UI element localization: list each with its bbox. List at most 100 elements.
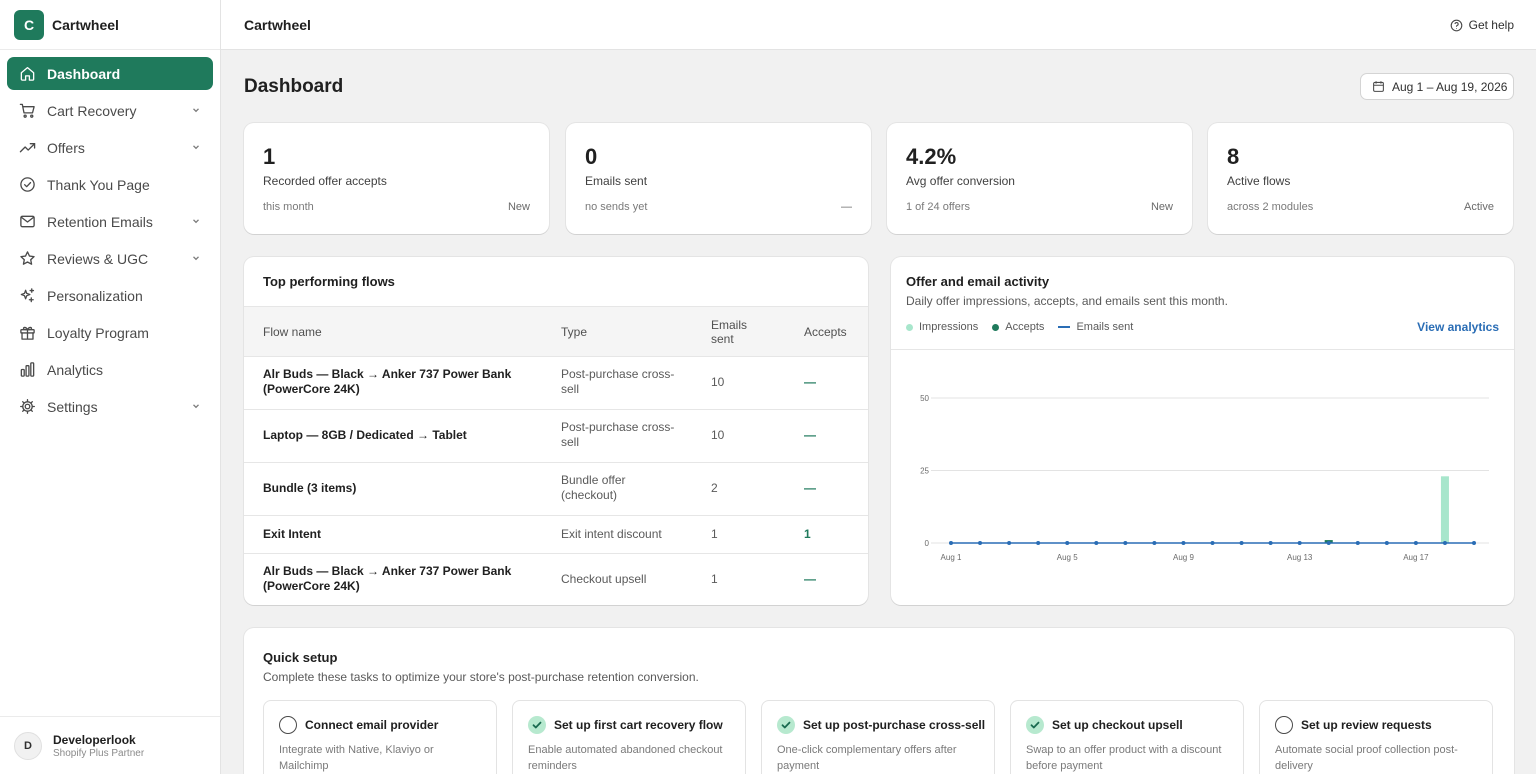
get-help-button[interactable]: Get help xyxy=(1450,18,1514,32)
sidebar-item-thank-you-page[interactable]: Thank You Page xyxy=(7,168,213,201)
sidebar-item-settings[interactable]: Settings xyxy=(7,390,213,423)
sidebar-item-personalization[interactable]: Personalization xyxy=(7,279,213,312)
column-header-accepts[interactable]: Accepts xyxy=(804,325,864,339)
column-header-emails-sent[interactable]: Emails sent xyxy=(711,318,761,346)
flow-emails-cell: 1 xyxy=(711,572,718,586)
flow-emails-cell: 2 xyxy=(711,481,718,495)
sidebar-item-analytics[interactable]: Analytics xyxy=(7,353,213,386)
chevron-down-icon[interactable] xyxy=(191,142,201,152)
activity-chart: 0 25 50 Aug 1 Aug 5 Aug 9 Aug 13 Aug 17 xyxy=(920,394,1489,562)
task-card-set-up-checkout-upsell[interactable]: Set up checkout upsell Swap to an offer p… xyxy=(1010,700,1244,774)
top-flows-title: Top performing flows xyxy=(263,274,395,289)
emails-sent-point xyxy=(1123,541,1128,545)
emails-sent-point xyxy=(1326,541,1331,545)
table-row[interactable]: Laptop — 8GB / Dedicated → Tablet Post-p… xyxy=(244,409,868,462)
stat-value: 0 xyxy=(585,144,598,169)
task-card-connect-email-provider[interactable]: Connect email provider Integrate with Nat… xyxy=(263,700,497,774)
check-circle-icon[interactable] xyxy=(777,716,795,734)
table-row[interactable]: Bundle (3 items) Bundle offer (checkout)… xyxy=(244,462,868,515)
user-profile[interactable]: D Developerlook Shopify Plus Partner xyxy=(0,716,220,774)
flow-type-cell: Bundle offer (checkout) xyxy=(561,473,626,502)
legend-item-accepts[interactable]: Accepts xyxy=(992,321,1044,333)
quick-setup-title: Quick setup xyxy=(263,650,338,665)
legend-item-emails-sent[interactable]: Emails sent xyxy=(1058,321,1133,333)
x-tick-label: Aug 9 xyxy=(1173,553,1194,562)
task-card-set-up-post-purchase-cross-sell[interactable]: Set up post-purchase cross-sell One-click… xyxy=(761,700,995,774)
y-tick-label: 0 xyxy=(925,539,930,548)
sidebar-item-retention-emails[interactable]: Retention Emails xyxy=(7,205,213,238)
sidebar: C Cartwheel Dashboard Cart Recovery Offers… xyxy=(0,0,221,774)
home-icon xyxy=(18,65,36,83)
user-name: Developerlook xyxy=(53,732,136,747)
flow-accepts-cell: — xyxy=(804,375,816,389)
help-circle-icon xyxy=(1450,19,1462,31)
legend-swatch xyxy=(992,323,1000,331)
sparkle-icon xyxy=(18,287,36,305)
avatar: D xyxy=(14,731,42,760)
sidebar-item-loyalty-program[interactable]: Loyalty Program xyxy=(7,316,213,349)
empty-circle-icon[interactable] xyxy=(1275,716,1293,734)
task-description: One-click complementary offers after pay… xyxy=(777,744,957,772)
task-card-set-up-first-cart-recovery-flow[interactable]: Set up first cart recovery flow Enable au… xyxy=(512,700,746,774)
sidebar-item-label: Reviews & UGC xyxy=(47,250,149,267)
emails-sent-point xyxy=(1355,541,1360,545)
date-range-button[interactable]: Aug 1 – Aug 19, 2026 xyxy=(1360,73,1514,100)
emails-sent-point xyxy=(1152,541,1157,545)
stat-badge: New xyxy=(507,201,530,213)
activity-subtitle: Daily offer impressions, accepts, and em… xyxy=(906,294,1228,308)
flow-accepts-cell: — xyxy=(804,481,816,495)
flow-emails-cell: 10 xyxy=(711,375,725,389)
task-description: Automate social proof collection post-de… xyxy=(1275,744,1458,772)
table-row[interactable]: Alr Buds — Black → Anker 737 Power Bank … xyxy=(244,356,868,409)
stat-value: 4.2% xyxy=(906,144,957,169)
task-card-set-up-review-requests[interactable]: Set up review requests Automate social pr… xyxy=(1259,700,1493,774)
stat-label: Recorded offer accepts xyxy=(263,174,387,188)
sidebar-item-label: Personalization xyxy=(47,287,143,304)
legend-item-impressions[interactable]: Impressions xyxy=(906,321,978,333)
emails-sent-point xyxy=(1036,541,1041,545)
sidebar-item-offers[interactable]: Offers xyxy=(7,131,213,164)
flow-name-cell: Alr Buds — Black → Anker 737 Power Bank … xyxy=(263,564,512,593)
table-row[interactable]: Alr Buds — Black → Anker 737 Power Bank … xyxy=(244,553,868,605)
emails-sent-point xyxy=(1065,541,1070,545)
bar-chart-icon xyxy=(18,361,36,379)
sidebar-item-dashboard[interactable]: Dashboard xyxy=(7,57,213,90)
sidebar-item-label: Loyalty Program xyxy=(47,324,149,341)
view-analytics-link[interactable]: View analytics xyxy=(1417,320,1499,334)
x-tick-label: Aug 17 xyxy=(1403,553,1429,562)
emails-sent-point xyxy=(1210,541,1215,545)
x-tick-label: Aug 13 xyxy=(1287,553,1313,562)
chevron-down-icon[interactable] xyxy=(191,216,201,226)
sidebar-item-reviews-ugc[interactable]: Reviews & UGC xyxy=(7,242,213,275)
star-icon xyxy=(18,250,36,268)
stat-badge: New xyxy=(1150,201,1173,213)
stat-badge: Active xyxy=(1464,201,1494,213)
sidebar-item-cart-recovery[interactable]: Cart Recovery xyxy=(7,94,213,127)
brand[interactable]: C Cartwheel xyxy=(0,0,220,50)
chevron-down-icon[interactable] xyxy=(191,105,201,115)
stat-value: 8 xyxy=(1227,144,1240,169)
table-row[interactable]: Exit Intent Exit intent discount 1 1 xyxy=(244,515,868,553)
task-title: Set up review requests xyxy=(1301,718,1432,732)
flow-type-cell: Post-purchase cross-sell xyxy=(561,367,675,396)
chevron-down-icon[interactable] xyxy=(191,401,201,411)
check-circle-icon[interactable] xyxy=(528,716,546,734)
emails-sent-point xyxy=(949,541,953,545)
legend-label: Emails sent xyxy=(1076,321,1134,333)
column-header-type[interactable]: Type xyxy=(561,325,681,339)
mail-icon xyxy=(18,213,36,231)
check-circle-icon[interactable] xyxy=(1026,716,1044,734)
check-circle-icon xyxy=(18,176,36,194)
empty-circle-icon[interactable] xyxy=(279,716,297,734)
stat-card-offer-accepts: 1 Recorded offer accepts this month New xyxy=(244,123,549,234)
chevron-down-icon[interactable] xyxy=(191,253,201,263)
sidebar-item-label: Retention Emails xyxy=(47,213,153,230)
task-title: Set up checkout upsell xyxy=(1052,718,1183,732)
app-logo: C xyxy=(14,9,44,40)
flows-table: Flow name Type Emails sent Accepts Alr B… xyxy=(244,306,868,605)
legend-label: Impressions xyxy=(919,321,979,333)
emails-sent-point xyxy=(978,541,983,545)
sidebar-item-label: Analytics xyxy=(47,361,104,378)
flow-type-cell: Checkout upsell xyxy=(561,572,647,586)
column-header-flow-name[interactable]: Flow name xyxy=(263,325,523,339)
